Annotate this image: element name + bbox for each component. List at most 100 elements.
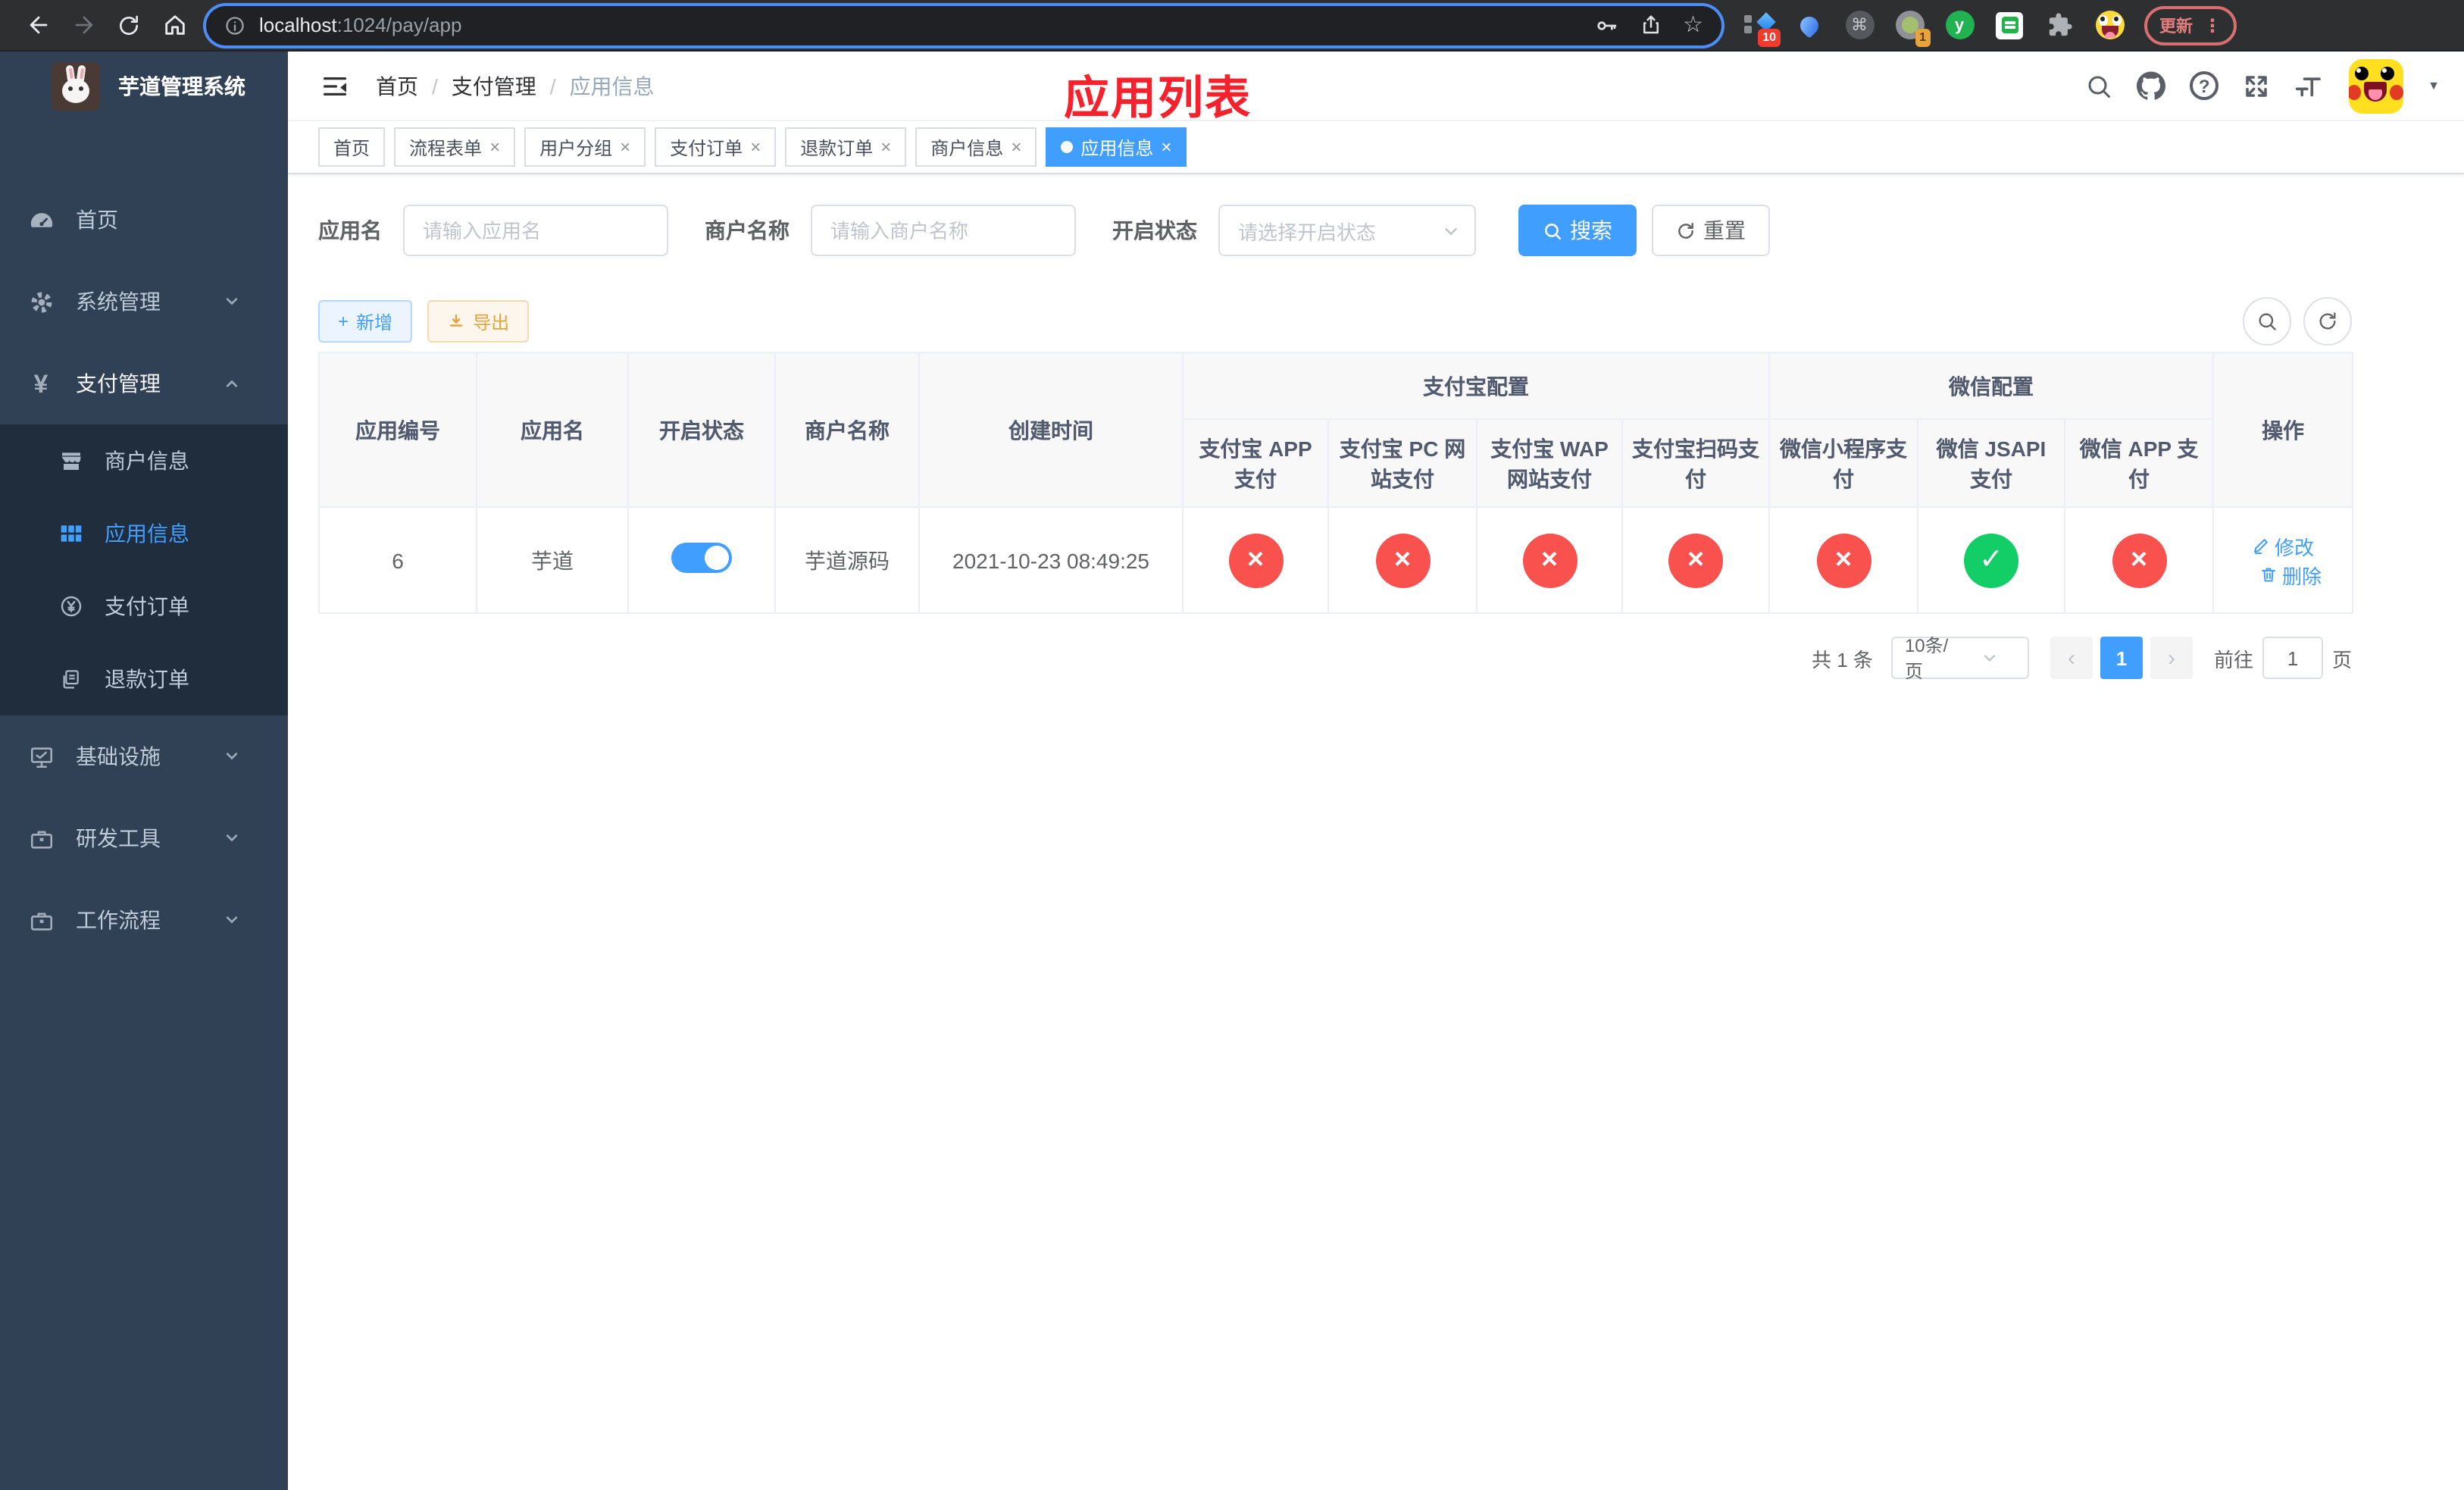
- dashboard-icon: [27, 207, 55, 233]
- edit-button[interactable]: 修改: [2252, 531, 2314, 560]
- table-row: 6 芋道 芋道源码 2021-10-23 08:49:25 × × × × ×: [318, 506, 2354, 614]
- password-key-icon[interactable]: [1593, 13, 1618, 37]
- export-button[interactable]: 导出: [427, 300, 530, 343]
- storefront-icon: [58, 449, 85, 473]
- breadcrumb-payment[interactable]: 支付管理: [452, 70, 536, 101]
- close-icon[interactable]: ×: [489, 138, 500, 156]
- close-icon[interactable]: ×: [620, 138, 630, 156]
- sidebar-item-system[interactable]: 系统管理: [0, 261, 288, 343]
- tab-process-form[interactable]: 流程表单 ×: [394, 127, 516, 167]
- extensions-puzzle-icon[interactable]: [2043, 8, 2076, 42]
- sidebar-item-app-info[interactable]: 应用信息: [0, 497, 288, 570]
- browser-toolbar: localhost:1024/pay/app ☆ 10 ⌘ 1 y 更新 ⋮: [0, 0, 2464, 52]
- col-header-wx-jsapi: 微信 JSAPI 支付: [1917, 418, 2065, 508]
- add-button[interactable]: + 新增: [318, 300, 413, 343]
- active-dot: [1061, 141, 1074, 153]
- edit-pencil-icon: [2252, 537, 2270, 555]
- tab-pay-order[interactable]: 支付订单 ×: [655, 127, 777, 167]
- forward-icon[interactable]: [61, 2, 106, 48]
- tab-home[interactable]: 首页: [318, 127, 386, 167]
- extension-balloon-icon[interactable]: [1793, 8, 1826, 42]
- status-cross-icon: ×: [1668, 533, 1723, 587]
- close-icon[interactable]: ×: [750, 138, 761, 156]
- extension-ring-icon[interactable]: 1: [1893, 8, 1931, 46]
- tab-app-info[interactable]: 应用信息 ×: [1046, 127, 1187, 167]
- goto-page-input[interactable]: [2262, 637, 2323, 679]
- address-bar[interactable]: localhost:1024/pay/app ☆: [206, 5, 1721, 45]
- sidebar-item-refund-order[interactable]: 退款订单: [0, 643, 288, 715]
- prev-page-button[interactable]: ‹: [2050, 637, 2093, 679]
- sidebar-fold-icon[interactable]: [321, 72, 349, 99]
- delete-button[interactable]: 删除: [2259, 560, 2322, 589]
- extension-badge: 10: [1758, 28, 1781, 46]
- cell-ops: 修改 删除: [2212, 506, 2354, 614]
- screen: localhost:1024/pay/app ☆ 10 ⌘ 1 y 更新 ⋮ …: [0, 0, 2464, 1490]
- share-icon[interactable]: [1639, 14, 1662, 36]
- tab-refund-order[interactable]: 退款订单 ×: [785, 127, 907, 167]
- extension-blocks-icon[interactable]: 10: [1743, 8, 1781, 46]
- reload-icon[interactable]: [106, 2, 152, 48]
- page-size-select[interactable]: 10条/页: [1890, 635, 2029, 682]
- chevron-down-icon: [218, 749, 245, 764]
- home-icon[interactable]: [152, 2, 197, 48]
- toggle-search-button[interactable]: [2243, 297, 2291, 346]
- tab-label: 流程表单: [409, 137, 483, 158]
- app-name-input[interactable]: [403, 205, 668, 256]
- merchant-name-input[interactable]: [811, 205, 1076, 256]
- extensions-bar: 10 ⌘ 1 y: [1743, 8, 2126, 46]
- browser-menu-icon[interactable]: ⋮: [2203, 14, 2222, 36]
- chevron-down-icon: [218, 912, 245, 928]
- breadcrumb: 首页 / 支付管理 / 应用信息: [376, 70, 655, 101]
- page-number-1[interactable]: 1: [2100, 637, 2143, 679]
- sidebar-item-payment[interactable]: ¥ 支付管理: [0, 343, 288, 424]
- breadcrumb-separator: /: [432, 74, 438, 98]
- tab-user-group[interactable]: 用户分组 ×: [524, 127, 646, 167]
- col-header-status: 开启状态: [627, 352, 776, 508]
- pagination-total: 共 1 条: [1812, 648, 1873, 671]
- back-icon[interactable]: [15, 2, 61, 48]
- search-button[interactable]: 搜索: [1518, 205, 1637, 256]
- extension-command-icon[interactable]: ⌘: [1843, 8, 1876, 42]
- status-toggle[interactable]: [671, 543, 732, 573]
- breadcrumb-home[interactable]: 首页: [376, 70, 418, 101]
- fullscreen-icon[interactable]: [2243, 72, 2270, 99]
- tab-merchant-info[interactable]: 商户信息 ×: [915, 127, 1037, 167]
- avatar-caret-icon[interactable]: ▼: [2428, 79, 2440, 92]
- cell-app-name: 芋道: [476, 506, 629, 614]
- sidebar-item-home[interactable]: 首页: [0, 179, 288, 261]
- extension-chat-icon[interactable]: [1993, 8, 2026, 42]
- site-info-icon[interactable]: [224, 14, 245, 36]
- sidebar-item-devtools[interactable]: 研发工具: [0, 797, 288, 879]
- sidebar-item-label: 基础设施: [76, 744, 161, 768]
- sidebar-item-workflow[interactable]: 工作流程: [0, 879, 288, 961]
- sidebar-item-merchant-info[interactable]: 商户信息: [0, 424, 288, 497]
- github-icon[interactable]: [2137, 71, 2166, 100]
- browser-update-button[interactable]: 更新 ⋮: [2144, 5, 2237, 45]
- profile-emoji-icon[interactable]: [2093, 8, 2126, 42]
- close-icon[interactable]: ×: [880, 138, 891, 156]
- sidebar-item-pay-order[interactable]: 支付订单: [0, 570, 288, 643]
- next-page-button[interactable]: ›: [2150, 637, 2193, 679]
- cell-wx-app: ×: [2063, 506, 2215, 614]
- close-icon[interactable]: ×: [1011, 138, 1021, 156]
- font-size-icon[interactable]: [2294, 72, 2325, 99]
- tab-label: 用户分组: [539, 137, 613, 158]
- help-icon[interactable]: ?: [2190, 71, 2219, 100]
- status-select[interactable]: 请选择开启状态: [1218, 205, 1476, 256]
- bookmark-star-icon[interactable]: ☆: [1683, 14, 1703, 36]
- download-icon: [447, 312, 465, 330]
- extension-y-icon[interactable]: y: [1943, 8, 1976, 42]
- reset-button[interactable]: 重置: [1652, 205, 1770, 256]
- close-icon[interactable]: ×: [1161, 138, 1171, 156]
- sidebar-item-infrastructure[interactable]: 基础设施: [0, 715, 288, 797]
- yen-circle-icon: [58, 594, 85, 618]
- cell-alipay-app: ×: [1182, 506, 1329, 614]
- app-logo-row: 芋道管理系统: [0, 52, 288, 121]
- search-icon[interactable]: [2085, 72, 2112, 99]
- refresh-table-button[interactable]: [2303, 297, 2352, 346]
- user-avatar[interactable]: [2349, 58, 2404, 113]
- status-cross-icon: ×: [1228, 533, 1283, 587]
- tab-label: 应用信息: [1080, 137, 1154, 158]
- col-group-alipay: 支付宝配置: [1182, 352, 1770, 420]
- tab-label: 商户信息: [930, 137, 1004, 158]
